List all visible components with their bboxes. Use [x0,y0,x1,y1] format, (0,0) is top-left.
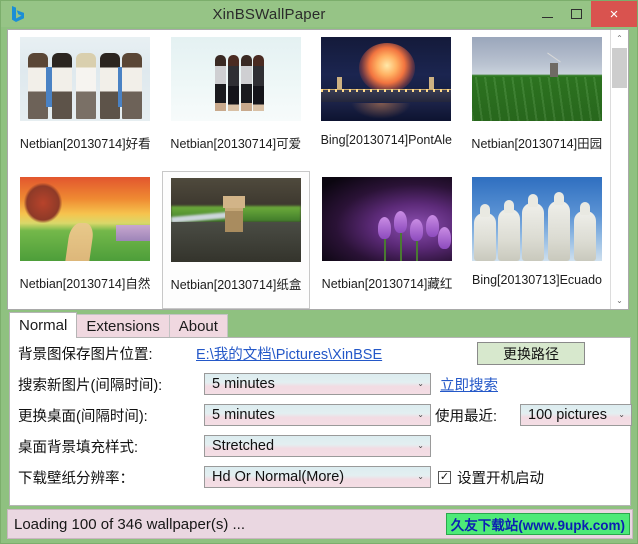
thumbnail-image [171,178,301,262]
row-resolution: 下载壁纸分辨率： Hd Or Normal(More) ⌄ ✓ 设置开机启动 [10,462,630,493]
scrollbar-thumb[interactable] [612,48,627,88]
app-window: XinBSWallPaper × Netbian[20130714]好看 Net… [0,0,638,544]
search-now-link[interactable]: 立即搜索 [440,374,498,395]
thumbnail-label: Netbian[20130714]可爱 [170,137,302,151]
thumbnail-item[interactable]: Netbian[20130714]自然 [12,171,158,309]
startup-checkbox-row[interactable]: ✓ 设置开机启动 [438,467,544,488]
window-title: XinBSWallPaper [212,5,326,23]
thumbnail-image [472,177,602,261]
thumbnail-image [170,37,301,121]
scroll-down-icon[interactable]: ⌄ [611,292,628,309]
wallpaper-gallery: Netbian[20130714]好看 Netbian[20130714]可爱 [7,29,629,310]
title-bar: XinBSWallPaper × [1,1,637,27]
scroll-up-icon[interactable]: ⌃ [611,30,628,47]
save-path-link[interactable]: E:\我的文档\Pictures\XinBSE [196,343,428,364]
search-interval-select[interactable]: 5 minutes ⌄ [204,373,431,395]
row-search-interval: 搜索新图片(间隔时间): 5 minutes ⌄ 立即搜索 [10,369,630,400]
thumbnail-item[interactable]: Bing[20130714]PontAle [313,31,460,169]
gallery-viewport: Netbian[20130714]好看 Netbian[20130714]可爱 [8,30,610,309]
gallery-row: Netbian[20130714]好看 Netbian[20130714]可爱 [8,30,610,170]
windmill-field-art [471,37,602,121]
alpacas-art [472,177,602,261]
startup-checkbox[interactable]: ✓ [438,471,451,484]
fill-style-value: Stretched [212,438,275,454]
gallery-vertical-scrollbar[interactable]: ⌃ ⌄ [610,30,628,309]
anime-girls-art [20,37,151,121]
chevron-down-icon: ⌄ [618,410,625,419]
sunset-landscape-art [20,177,150,261]
thumbnail-image [471,37,602,121]
chevron-down-icon: ⌄ [417,410,424,419]
search-interval-label: 搜索新图片(间隔时间): [18,378,163,394]
tab-about[interactable]: About [168,314,228,338]
watermark-badge: 久友下载站(www.9upk.com) [445,513,630,535]
status-bar: Loading 100 of 346 wallpaper(s) ... 久友下载… [7,509,633,539]
cardboard-robot-art [171,178,301,262]
fill-style-label: 桌面背景填充样式: [18,440,139,456]
thumbnail-item[interactable]: Netbian[20130714]藏红 [314,171,460,309]
girl-group-art [170,37,301,121]
thumbnail-label: Netbian[20130714]田园 [471,137,603,151]
recent-count-value: 100 pictures [528,407,607,423]
thumbnail-image [20,37,151,121]
status-text: Loading 100 of 346 wallpaper(s) ... [14,515,245,533]
fill-style-select[interactable]: Stretched ⌄ [204,435,431,457]
thumbnail-label: Netbian[20130714]纸盒 [170,278,302,292]
bing-logo-icon [9,5,27,23]
row-save-path: 背景图保存图片位置: E:\我的文档\Pictures\XinBSE 更换路径 [10,338,630,369]
thumbnail-image [322,177,452,261]
recent-label: 使用最近: [435,409,498,425]
resolution-label: 下载壁纸分辨率： [18,471,134,487]
thumbnail-image [20,177,150,261]
purple-crocus-art [322,177,452,261]
change-path-button[interactable]: 更换路径 [477,342,585,365]
minimize-icon [542,17,553,18]
tab-normal[interactable]: Normal [9,312,78,338]
thumbnail-item[interactable]: Bing[20130713]Ecuado [464,171,610,309]
thumbnail-item[interactable]: Netbian[20130714]可爱 [163,31,310,169]
thumbnail-item[interactable]: Netbian[20130714]田园 [464,31,611,169]
thumbnail-label: Netbian[20130714]自然 [19,277,151,291]
thumbnail-label: Netbian[20130714]藏红 [321,277,453,291]
thumbnail-image [321,37,452,121]
row-change-interval: 更换桌面(间隔时间): 5 minutes ⌄ 使用最近: 100 pictur… [10,400,632,431]
change-interval-select[interactable]: 5 minutes ⌄ [204,404,431,426]
row-fill-style: 桌面背景填充样式: Stretched ⌄ [10,431,630,462]
thumbnail-label: Bing[20130714]PontAle [320,133,452,147]
resolution-select[interactable]: Hd Or Normal(More) ⌄ [204,466,431,488]
change-interval-label: 更换桌面(间隔时间): [18,409,148,425]
search-interval-value: 5 minutes [212,376,275,392]
close-button[interactable]: × [591,1,637,27]
fireworks-bridge-art [321,37,452,121]
thumbnail-item[interactable]: Netbian[20130714]好看 [12,31,159,169]
change-interval-value: 5 minutes [212,407,275,423]
chevron-down-icon: ⌄ [417,379,424,388]
settings-panel: 背景图保存图片位置: E:\我的文档\Pictures\XinBSE 更换路径 … [9,337,632,506]
minimize-button[interactable] [533,1,562,27]
maximize-button[interactable] [562,1,591,27]
chevron-down-icon: ⌄ [417,441,424,450]
maximize-icon [571,9,582,19]
chevron-down-icon: ⌄ [417,472,424,481]
thumbnail-item-selected[interactable]: Netbian[20130714]纸盒 [162,171,310,309]
startup-label: 设置开机启动 [457,471,544,487]
thumbnail-label: Bing[20130713]Ecuado [472,273,602,287]
save-path-label: 背景图保存图片位置: [18,347,153,363]
tab-extensions[interactable]: Extensions [76,314,170,338]
recent-count-select[interactable]: 100 pictures ⌄ [520,404,632,426]
resolution-value: Hd Or Normal(More) [212,469,345,485]
thumbnail-label: Netbian[20130714]好看 [19,137,151,151]
gallery-row: Netbian[20130714]自然 Netbian[20130714]纸盒 [8,170,610,309]
tab-strip: Normal Extensions About [9,312,228,338]
